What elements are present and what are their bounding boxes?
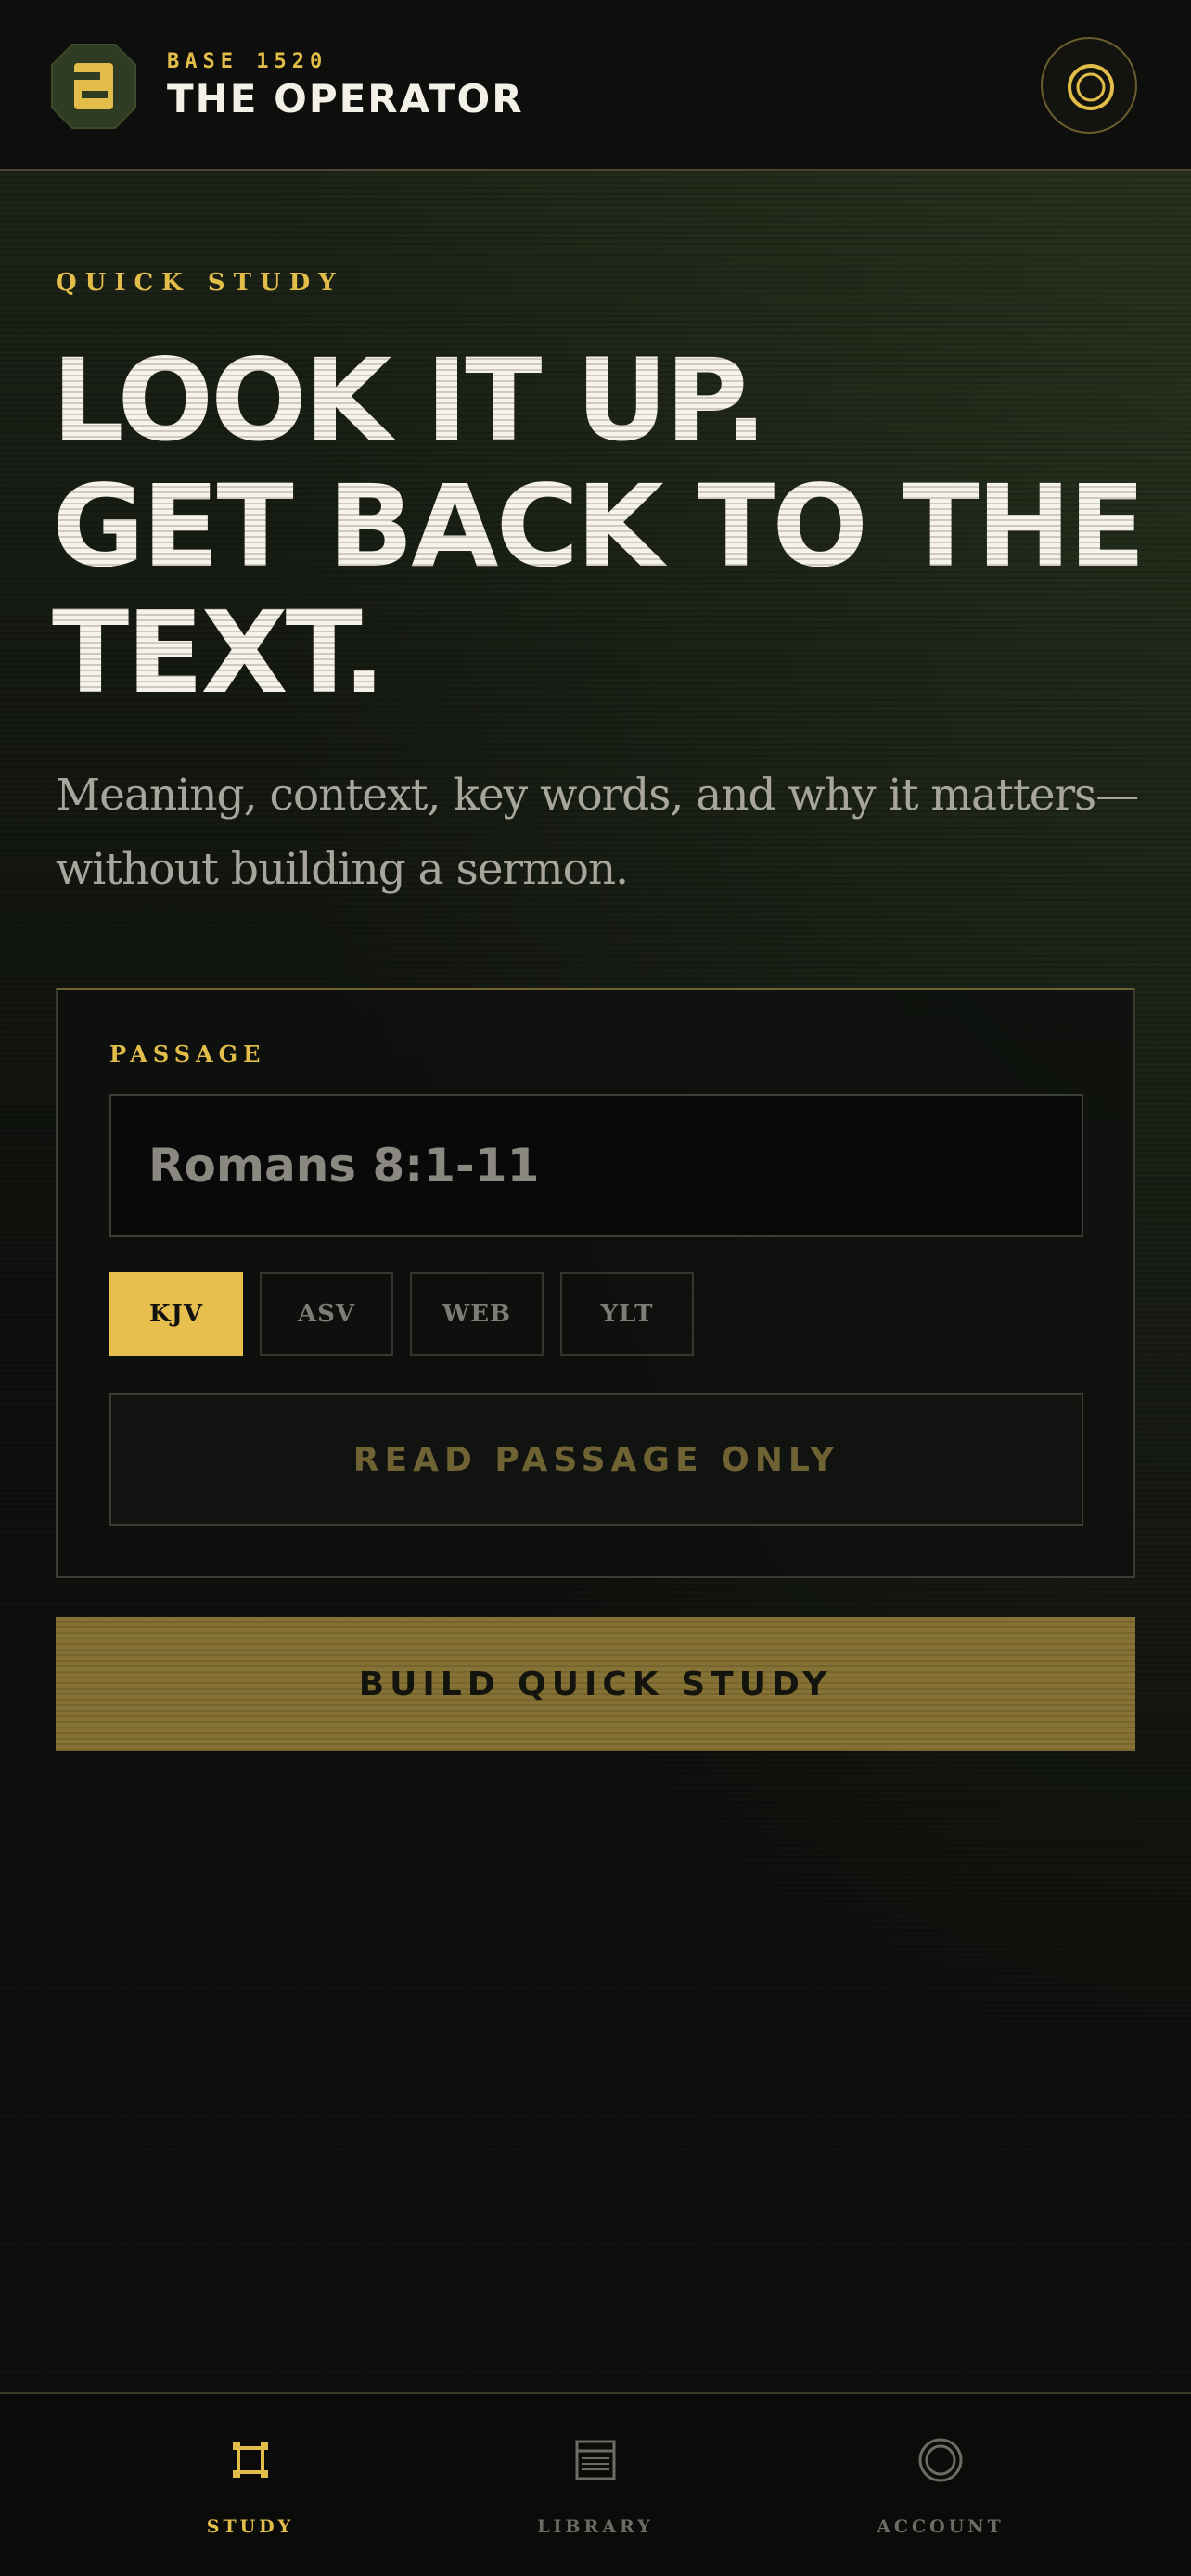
- passage-card: PASSAGE KJV ASV WEB YLT READ PASSAGE ONL…: [56, 988, 1135, 1578]
- build-quick-study-button[interactable]: BUILD QUICK STUDY: [56, 1617, 1135, 1751]
- subhead-line: Meaning, context, key words, and why it …: [56, 770, 1139, 821]
- target-ring-icon: [1068, 64, 1114, 110]
- app-root: BASE 1520 THE OPERATOR QUICK STUDY LOOK …: [0, 0, 1191, 2576]
- nav-label: ACCOUNT: [877, 2517, 1005, 2537]
- version-button-web[interactable]: WEB: [410, 1272, 544, 1356]
- read-passage-only-button[interactable]: READ PASSAGE ONLY: [109, 1393, 1083, 1526]
- account-ring-icon: [918, 2438, 963, 2482]
- target-ring-button[interactable]: [1041, 37, 1137, 134]
- headline-line: LOOK IT UP.: [52, 335, 765, 466]
- nav-item-study[interactable]: STUDY: [111, 2394, 390, 2576]
- passage-input[interactable]: [109, 1094, 1083, 1237]
- app-header: BASE 1520 THE OPERATOR: [0, 0, 1191, 171]
- hero-subhead: Meaning, context, key words, and why it …: [56, 759, 1150, 907]
- nav-item-library[interactable]: LIBRARY: [456, 2394, 735, 2576]
- version-button-ylt[interactable]: YLT: [560, 1272, 694, 1356]
- study-frame-icon: [233, 2442, 268, 2478]
- hero-headline: LOOK IT UP. GET BACK TO THE TEXT.: [52, 338, 1156, 716]
- version-button-kjv[interactable]: KJV: [109, 1272, 243, 1356]
- library-lines-icon: [575, 2440, 616, 2480]
- version-button-asv[interactable]: ASV: [260, 1272, 393, 1356]
- brand-title: THE OPERATOR: [167, 76, 524, 121]
- b-logo-icon[interactable]: [50, 43, 137, 130]
- nav-label: STUDY: [206, 2517, 295, 2537]
- passage-label: PASSAGE: [109, 1040, 266, 1067]
- section-eyebrow: QUICK STUDY: [56, 269, 344, 297]
- headline-line: GET BACK TO THE: [52, 461, 1144, 593]
- bottom-nav: STUDY LIBRARY ACCOUNT: [0, 2392, 1191, 2576]
- brand-subtitle: BASE 1520: [167, 50, 328, 73]
- nav-label: LIBRARY: [537, 2517, 654, 2537]
- nav-item-account[interactable]: ACCOUNT: [801, 2394, 1080, 2576]
- subhead-line: without building a sermon.: [56, 844, 629, 895]
- headline-line: TEXT.: [52, 587, 383, 719]
